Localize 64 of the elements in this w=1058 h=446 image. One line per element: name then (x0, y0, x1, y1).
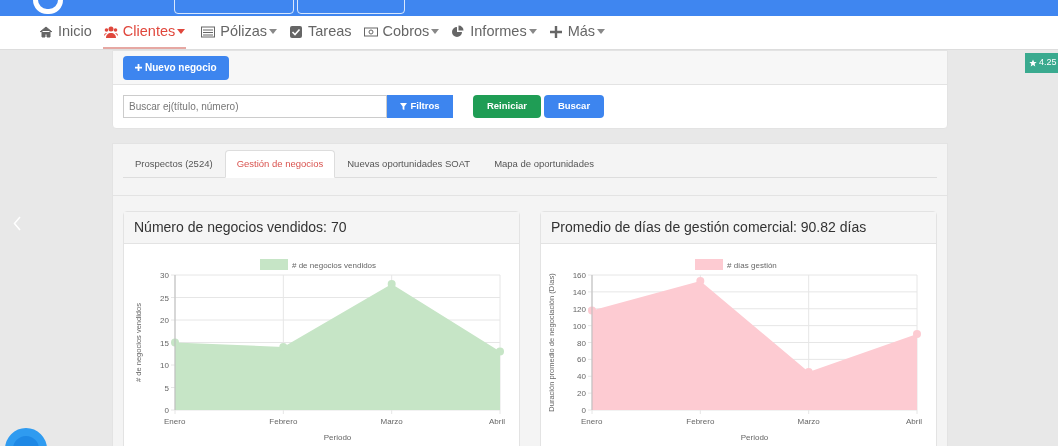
data-point (913, 330, 921, 339)
y-tick-label: 25 (160, 293, 169, 303)
x-axis-title: Periodo (323, 433, 352, 442)
search-field[interactable]: Buscar ej(título, número) (123, 95, 387, 118)
y-tick-label: 10 (160, 361, 169, 370)
data-point (171, 338, 179, 347)
new-business-button[interactable]: Nuevo negocio (123, 55, 229, 80)
nav-item[interactable]: Más (547, 16, 607, 49)
y-tick-label: 100 (572, 321, 586, 331)
filter-icon (400, 103, 408, 110)
tab[interactable]: Mapa de oportunidades (482, 150, 606, 178)
y-tick-label: 30 (160, 271, 169, 280)
legend-swatch (695, 259, 723, 270)
legend-label: # días gestión (727, 261, 777, 270)
home-icon (39, 24, 53, 39)
plus-icon (135, 64, 142, 71)
plus-icon (548, 24, 563, 39)
tab[interactable]: Prospectos (2524) (123, 150, 225, 178)
legend-swatch (260, 259, 288, 270)
star-icon (1029, 59, 1037, 67)
nav-item[interactable]: Informes (450, 16, 538, 49)
list-icon (201, 24, 216, 39)
nav-item[interactable]: Inicio (38, 16, 93, 49)
y-tick-label: 60 (577, 355, 586, 365)
data-point (696, 276, 705, 285)
y-tick-label: 5 (164, 383, 169, 393)
pie-chart-icon (451, 24, 466, 39)
tab[interactable]: Gestión de negocios (224, 150, 336, 178)
x-tick-label: Marzo (797, 417, 820, 426)
y-tick-label: 160 (572, 271, 586, 280)
x-tick-label: Febrero (269, 417, 298, 426)
nav-item[interactable]: Cobros (362, 16, 441, 49)
x-tick-label: Abril (906, 417, 922, 426)
data-point (387, 280, 396, 288)
y-tick-label: 0 (581, 406, 586, 415)
x-tick-label: Marzo (380, 417, 403, 426)
x-tick-label: Enero (164, 417, 186, 426)
legend-label: # de negocios vendidos (292, 261, 377, 270)
nav-item[interactable]: Tareas (288, 16, 353, 49)
chart-title: Número de negocios vendidos: 70 (134, 218, 347, 237)
y-tick-label: 80 (577, 338, 586, 348)
data-point (588, 306, 596, 315)
x-tick-label: Abril (489, 417, 505, 426)
y-tick-label: 20 (160, 316, 169, 325)
chart-title: Promedio de días de gestión comercial: 90.82 días (551, 218, 867, 237)
users-icon (103, 24, 118, 39)
search-button[interactable]: Buscar (544, 95, 604, 118)
money-icon (363, 24, 378, 39)
reset-button[interactable]: Reiniciar (473, 95, 541, 118)
x-tick-label: Febrero (686, 417, 715, 426)
y-tick-label: 0 (164, 406, 169, 415)
y-tick-label: 120 (572, 304, 586, 314)
y-tick-label: 15 (160, 338, 169, 348)
y-tick-label: 40 (577, 372, 586, 382)
filters-button[interactable]: Filtros (387, 95, 453, 118)
data-point (496, 347, 504, 356)
checkbox-icon (289, 24, 303, 39)
x-tick-label: Enero (581, 417, 603, 426)
y-tick-label: 140 (572, 287, 586, 297)
tab[interactable]: Nuevas oportunidades SOAT (335, 150, 483, 178)
y-tick-label: 20 (577, 389, 586, 399)
rating-value: 4.25 (1039, 56, 1057, 70)
x-axis-title: Periodo (740, 433, 769, 442)
nav-item[interactable]: Pólizas (200, 16, 278, 49)
